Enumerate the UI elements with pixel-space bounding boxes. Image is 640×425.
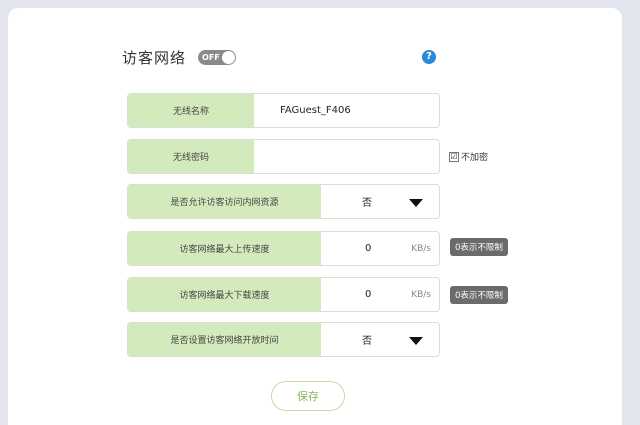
toggle-knob bbox=[222, 50, 236, 64]
ssid-input[interactable]: FAGuest_F406 bbox=[280, 94, 351, 127]
schedule-select[interactable]: 否 bbox=[362, 323, 372, 356]
password-input[interactable] bbox=[280, 140, 429, 173]
intranet-access-label: 是否允许访客访问内网资源 bbox=[128, 185, 321, 218]
page-title: 访客网络 bbox=[122, 48, 187, 67]
download-speed-label: 访客网络最大下载速度 bbox=[128, 278, 321, 311]
no-encrypt-option[interactable]: ☑ 不加密 bbox=[449, 150, 488, 163]
schedule-row: 是否设置访客网络开放时间 否 bbox=[127, 322, 440, 357]
chevron-down-icon[interactable] bbox=[409, 199, 423, 207]
download-speed-unit: KB/s bbox=[411, 289, 431, 300]
schedule-label: 是否设置访客网络开放时间 bbox=[128, 323, 321, 356]
save-button[interactable]: 保存 bbox=[271, 381, 345, 411]
no-encrypt-label: 不加密 bbox=[461, 153, 489, 163]
download-speed-input[interactable]: 0 bbox=[365, 278, 371, 311]
download-hint-badge: 0表示不限制 bbox=[450, 286, 508, 304]
guest-network-header: 访客网络 OFF bbox=[122, 46, 237, 68]
toggle-state-label: OFF bbox=[202, 52, 220, 62]
intranet-access-select[interactable]: 否 bbox=[362, 185, 372, 218]
password-row: 无线密码 bbox=[127, 139, 440, 174]
ssid-label: 无线名称 bbox=[128, 94, 254, 127]
upload-speed-row: 访客网络最大上传速度 0 KB/s bbox=[127, 231, 440, 266]
upload-speed-unit: KB/s bbox=[411, 243, 431, 254]
intranet-access-row: 是否允许访客访问内网资源 否 bbox=[127, 184, 440, 219]
help-icon[interactable]: ? bbox=[422, 50, 436, 64]
chevron-down-icon[interactable] bbox=[409, 337, 423, 345]
download-speed-row: 访客网络最大下载速度 0 KB/s bbox=[127, 277, 440, 312]
upload-speed-label: 访客网络最大上传速度 bbox=[128, 232, 321, 265]
upload-speed-input[interactable]: 0 bbox=[365, 232, 371, 265]
password-label: 无线密码 bbox=[128, 140, 254, 173]
upload-hint-badge: 0表示不限制 bbox=[450, 238, 508, 256]
ssid-row: 无线名称 FAGuest_F406 bbox=[127, 93, 440, 128]
no-encrypt-checkbox[interactable]: ☑ bbox=[449, 151, 459, 162]
guest-network-toggle[interactable]: OFF bbox=[198, 49, 237, 65]
